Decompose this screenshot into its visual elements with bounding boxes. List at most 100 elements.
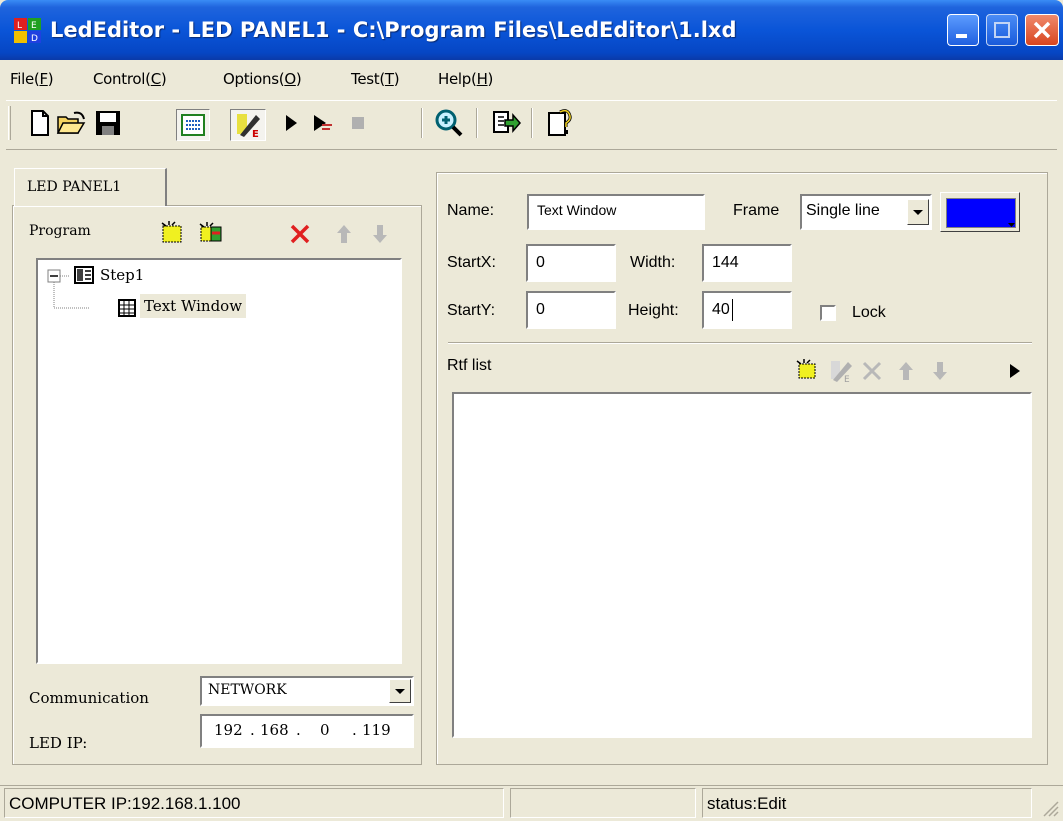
zoom-button[interactable]: [433, 107, 465, 139]
rtf-move-down-button[interactable]: [930, 360, 950, 382]
rtf-list[interactable]: [452, 392, 1032, 738]
lock-label: Lock: [852, 304, 886, 321]
height-value: 40: [712, 301, 730, 318]
communication-label: Communication: [29, 689, 149, 707]
toolbar-separator: [531, 108, 533, 138]
height-input[interactable]: 40: [702, 291, 792, 329]
svg-text:D: D: [31, 34, 38, 44]
arrow-down-icon: [933, 362, 947, 380]
add-window-button[interactable]: [198, 220, 226, 246]
rtf-list-label: Rtf list: [447, 357, 492, 374]
rtf-move-up-button[interactable]: [896, 360, 916, 382]
frame-dropdown-arrow[interactable]: [907, 199, 929, 225]
new-file-button[interactable]: [24, 107, 56, 139]
frame-color-picker[interactable]: [940, 192, 1020, 232]
ip-dot: .: [250, 721, 255, 739]
menu-file[interactable]: File(F): [10, 70, 54, 88]
startx-value: 0: [536, 254, 545, 271]
play-icon: [286, 115, 297, 131]
maximize-icon: [994, 22, 1010, 38]
lock-checkbox[interactable]: [820, 305, 836, 321]
chevron-down-icon: [913, 210, 923, 215]
rtf-add-button[interactable]: [795, 358, 821, 382]
led-ip-label: LED IP:: [29, 734, 88, 752]
rtf-edit-button[interactable]: E: [828, 358, 854, 385]
open-button[interactable]: [56, 107, 88, 139]
stop-button[interactable]: [342, 107, 374, 139]
frame-label: Frame: [733, 202, 780, 219]
minimize-icon: [956, 34, 967, 38]
resize-grip-icon[interactable]: [1040, 798, 1060, 818]
led-ip-input[interactable]: 192 . 168 . 0 . 119: [200, 714, 414, 748]
startx-label: StartX:: [447, 254, 496, 271]
text-window-icon: [118, 299, 136, 317]
maximize-button[interactable]: [986, 14, 1018, 46]
play-step-icon: [314, 115, 332, 131]
dropdown-arrow-button[interactable]: [389, 679, 411, 703]
communication-value: NETWORK: [208, 682, 287, 698]
save-icon: [96, 111, 120, 135]
zoom-icon: [435, 109, 463, 137]
status-middle: [510, 788, 696, 818]
close-button[interactable]: [1025, 14, 1059, 46]
send-icon: [493, 111, 521, 133]
svg-text:L: L: [17, 21, 22, 31]
move-up-button[interactable]: [334, 222, 354, 246]
width-label: Width:: [630, 254, 676, 271]
svg-text:E: E: [844, 375, 850, 384]
step-icon: [74, 266, 94, 284]
rtf-delete-button[interactable]: [860, 360, 884, 382]
chevron-down-icon: [395, 689, 405, 694]
width-input[interactable]: 144: [702, 244, 792, 282]
arrow-up-icon: [337, 225, 351, 243]
rtf-play-button[interactable]: [1006, 360, 1024, 382]
tree-item-step1[interactable]: Step1: [100, 266, 144, 284]
starty-input[interactable]: 0: [526, 291, 616, 329]
width-value: 144: [712, 254, 739, 271]
menu-help[interactable]: Help(H): [438, 70, 493, 88]
name-input[interactable]: Text Window: [527, 194, 705, 230]
play-button[interactable]: [275, 107, 307, 139]
play-step-button[interactable]: [306, 107, 338, 139]
ip-octet-4: 119: [362, 721, 391, 739]
new-file-icon: [31, 110, 49, 136]
delete-button[interactable]: [288, 222, 312, 246]
svg-text:E: E: [31, 21, 37, 31]
frame-select[interactable]: Single line: [800, 194, 932, 230]
edit-text-icon: E: [237, 114, 260, 139]
close-icon: [1033, 21, 1051, 39]
edit-text-button[interactable]: E: [230, 109, 266, 141]
menu-options[interactable]: Options(O): [223, 70, 302, 88]
help-icon: [548, 109, 572, 136]
communication-select[interactable]: NETWORK: [200, 676, 414, 706]
help-button[interactable]: [545, 107, 577, 139]
menu-control[interactable]: Control(C): [93, 70, 167, 88]
stop-icon: [352, 117, 364, 129]
minimize-button[interactable]: [947, 14, 979, 46]
tree-item-text-window[interactable]: Text Window: [140, 294, 247, 318]
save-button[interactable]: [92, 107, 124, 139]
open-folder-icon: [56, 111, 86, 134]
grid-view-button[interactable]: [176, 109, 210, 141]
delete-icon: [290, 224, 310, 244]
add-window-icon: [199, 222, 222, 242]
grid-view-icon: [181, 114, 205, 136]
frame-value: Single line: [806, 202, 880, 219]
toolbar-grip: [8, 106, 11, 140]
ip-octet-3: 0: [320, 721, 330, 739]
arrow-down-icon: [373, 225, 387, 243]
menu-test[interactable]: Test(T): [351, 70, 400, 88]
window-title: LedEditor - LED PANEL1 - C:\Program File…: [50, 18, 737, 42]
tab-led-panel1[interactable]: LED PANEL1: [14, 168, 167, 206]
send-button[interactable]: [490, 107, 522, 139]
add-program-button[interactable]: [160, 220, 186, 246]
move-down-button[interactable]: [370, 222, 390, 246]
color-dropdown-icon: [1008, 223, 1015, 227]
toolbar-separator: [476, 108, 478, 138]
toolbar-separator: [421, 108, 423, 138]
play-icon: [1010, 364, 1020, 378]
add-rtf-icon: [796, 359, 816, 379]
starty-value: 0: [536, 301, 545, 318]
startx-input[interactable]: 0: [526, 244, 616, 282]
divider: [448, 342, 1032, 344]
